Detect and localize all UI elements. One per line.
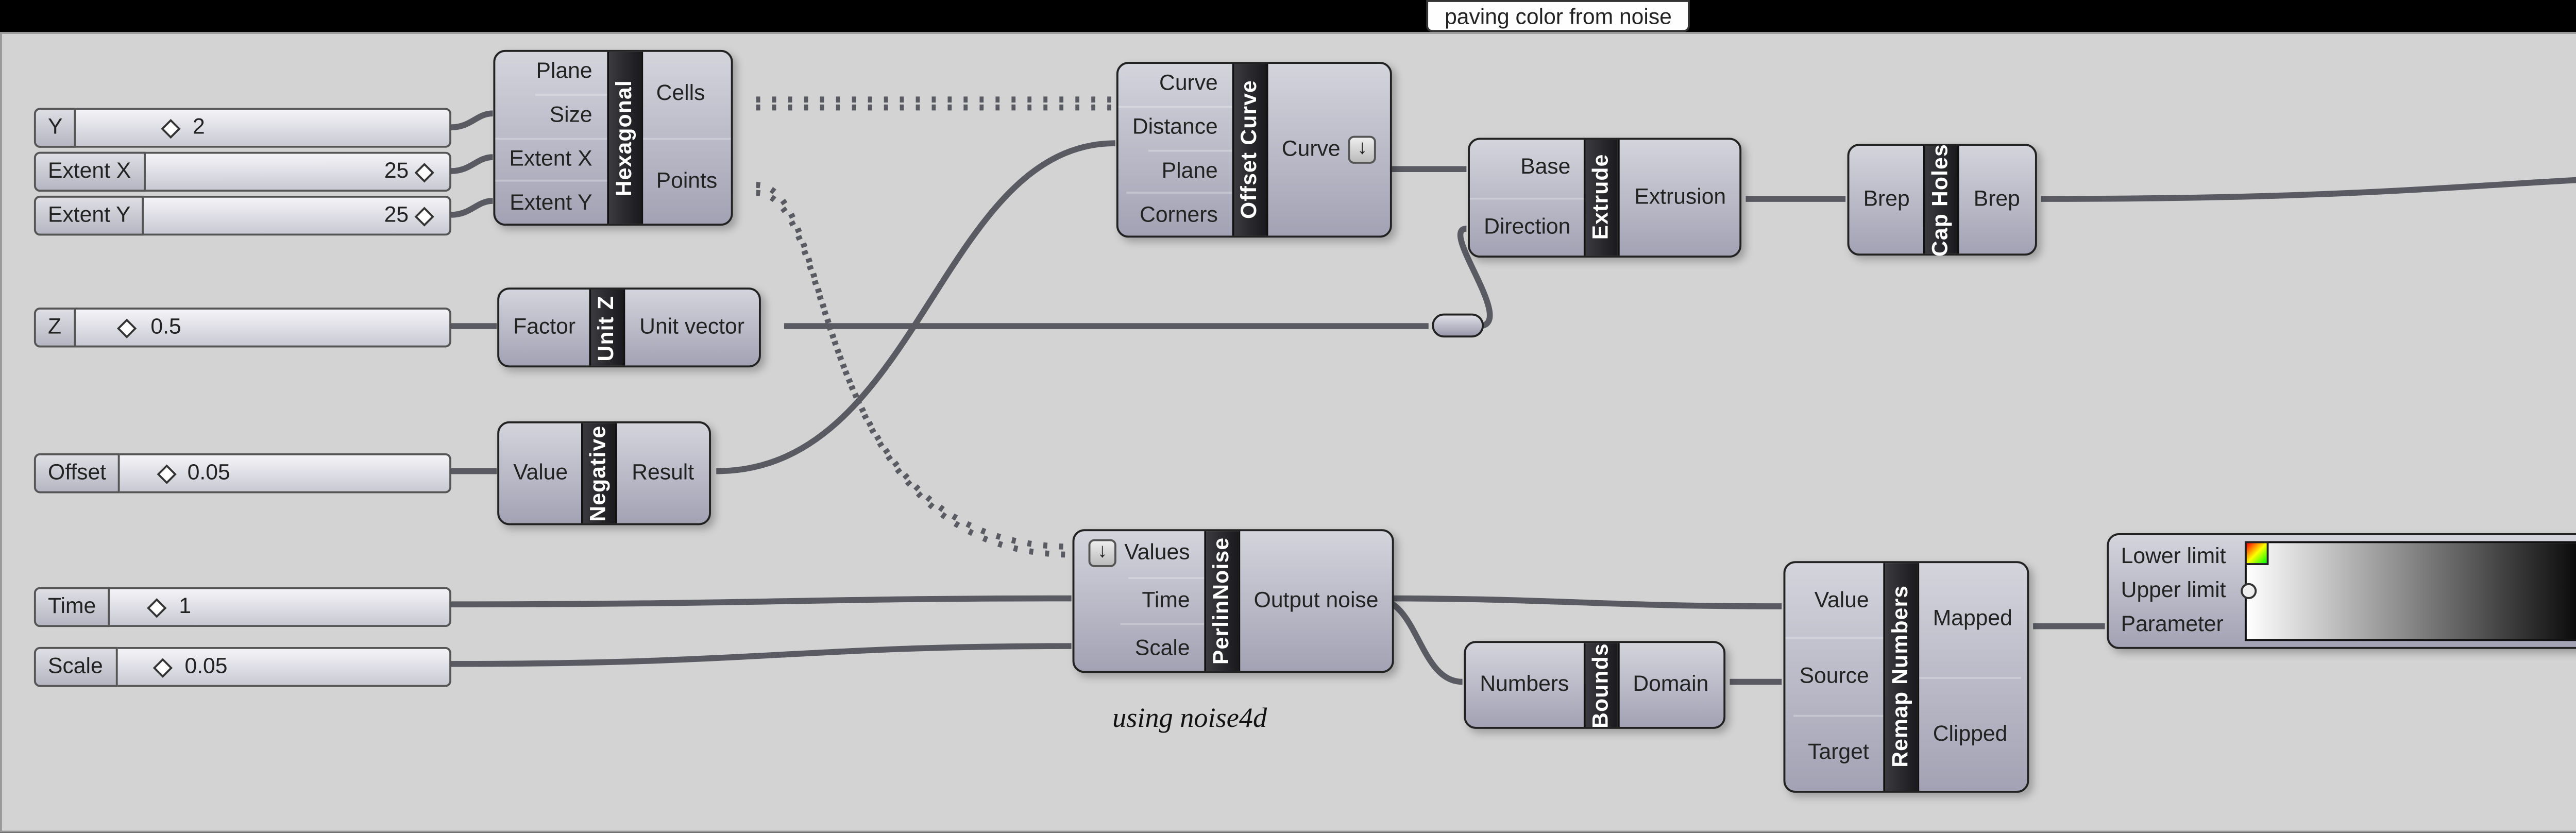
port-direction[interactable]: Direction (1470, 197, 1585, 256)
slider-handle[interactable] (160, 118, 179, 138)
slider-value: 25 (376, 198, 409, 234)
slider-value: 2 (184, 110, 205, 146)
component-gradient[interactable]: Lower limit Upper limit Parameter (2107, 533, 2576, 649)
component-name: Hexagonal (606, 52, 642, 224)
port-output-noise[interactable]: Output noise (1240, 531, 1393, 671)
slider-track[interactable]: 2 (77, 108, 451, 148)
component-hexagonal[interactable]: Plane Size Extent X Extent Y Hexagonal C… (493, 50, 733, 226)
port-corners[interactable]: Corners (1126, 192, 1232, 235)
component-name: Bounds (1583, 643, 1619, 727)
slider-track[interactable]: 0.05 (120, 453, 451, 494)
port-value[interactable]: Value (1801, 563, 1883, 638)
slider-value: 25 (376, 154, 409, 190)
slider-extent-y[interactable]: Extent Y 25 (34, 196, 451, 236)
slider-handle[interactable] (147, 597, 167, 617)
port-numbers[interactable]: Numbers (1466, 643, 1583, 727)
slider-offset[interactable]: Offset 0.05 (34, 453, 451, 494)
slider-z[interactable]: Z 0.5 (34, 308, 451, 348)
slider-label: Scale (34, 647, 117, 687)
port-source[interactable]: Source (1785, 638, 1883, 715)
port-result[interactable]: Result (618, 423, 708, 523)
slider-handle[interactable] (156, 464, 176, 483)
component-name: Unit Z (589, 290, 625, 365)
slider-handle[interactable] (154, 657, 173, 677)
slider-label: Extent X (34, 152, 145, 192)
port-unit-vector[interactable]: Unit vector (625, 290, 758, 365)
port-target[interactable]: Target (1794, 714, 1883, 791)
component-name: Offset Curve (1232, 64, 1268, 235)
port-brep-out[interactable]: Brep (1960, 146, 2034, 253)
slider-value: 0.5 (143, 310, 181, 346)
slider-value: 1 (171, 589, 191, 625)
port-extrusion[interactable]: Extrusion (1620, 140, 1740, 256)
gradient-editor[interactable] (2244, 541, 2576, 641)
component-name: Remap Numbers (1883, 563, 1919, 791)
port-value[interactable]: Value (499, 423, 582, 523)
slider-handle[interactable] (415, 206, 435, 225)
slider-label: Y (34, 108, 77, 148)
slider-track[interactable]: 0.05 (117, 647, 451, 687)
wire-relay[interactable] (1432, 314, 1484, 338)
component-negative[interactable]: Value Negative Result (497, 421, 710, 525)
gradient-stop[interactable] (2240, 583, 2256, 599)
component-name: PerlinNoise (1204, 531, 1240, 671)
slider-label: Extent Y (34, 196, 145, 236)
slider-scale[interactable]: Scale 0.05 (34, 647, 451, 687)
component-offset-curve[interactable]: Curve Distance Plane Corners Offset Curv… (1116, 62, 1392, 237)
slider-label: Offset (34, 453, 120, 494)
slider-value: 0.05 (177, 649, 228, 685)
port-plane[interactable]: Plane (1148, 149, 1232, 192)
slider-track[interactable]: 1 (110, 587, 451, 627)
port-base[interactable]: Base (1506, 140, 1584, 196)
port-scale[interactable]: Scale (1121, 624, 1204, 671)
port-curve-out[interactable]: Curve ↓ (1268, 64, 1391, 235)
port-distance[interactable]: Distance (1118, 105, 1232, 148)
slider-handle[interactable] (118, 318, 138, 337)
canvas-title: paving color from noise (1427, 0, 1690, 32)
port-values[interactable]: ↓ Values (1074, 531, 1204, 576)
grasshopper-canvas[interactable]: Y 2 Extent X 25 Extent Y 25 Z 0.5 (0, 32, 2576, 833)
port-curve[interactable]: Curve (1145, 64, 1232, 105)
port-brep-in[interactable]: Brep (1849, 146, 1923, 253)
port-factor[interactable]: Factor (499, 290, 589, 365)
slider-label: Z (34, 308, 75, 348)
slider-handle[interactable] (415, 162, 435, 181)
component-remap-numbers[interactable]: Value Source Target Remap Numbers Mapped… (1784, 561, 2028, 793)
port-time[interactable]: Time (1128, 576, 1204, 624)
slider-y[interactable]: Y 2 (34, 108, 451, 148)
port-extentx[interactable]: Extent X (495, 137, 606, 180)
slider-value: 0.05 (179, 455, 230, 491)
port-points[interactable]: Points (642, 137, 732, 224)
component-name: Extrude (1584, 140, 1620, 256)
port-plane[interactable]: Plane (522, 52, 606, 93)
component-extrude[interactable]: Base Direction Extrude Extrusion (1468, 138, 1742, 258)
top-bar (0, 0, 2576, 32)
port-lower-limit[interactable]: Lower limit (2121, 545, 2226, 569)
slider-track[interactable]: 0.5 (75, 308, 451, 348)
annotation-text: using noise4d (1112, 705, 1267, 737)
port-size[interactable]: Size (536, 93, 606, 137)
port-mapped[interactable]: Mapped (1919, 563, 2026, 676)
component-cap-holes[interactable]: Brep Cap Holes Brep (1848, 144, 2036, 256)
slider-time[interactable]: Time 1 (34, 587, 451, 627)
flatten-icon[interactable]: ↓ (1089, 540, 1116, 568)
slider-label: Time (34, 587, 110, 627)
port-cells[interactable]: Cells (642, 52, 719, 137)
port-parameter[interactable]: Parameter (2121, 614, 2226, 638)
port-upper-limit[interactable]: Upper limit (2121, 579, 2226, 603)
port-clipped[interactable]: Clipped (1919, 676, 2022, 791)
component-name: Cap Holes (1924, 146, 1960, 253)
slider-track[interactable]: 25 (145, 152, 451, 192)
slider-track[interactable]: 25 (145, 196, 451, 236)
port-extenty[interactable]: Extent Y (496, 180, 606, 224)
slider-extent-x[interactable]: Extent X 25 (34, 152, 451, 192)
component-unit-z[interactable]: Factor Unit Z Unit vector (497, 287, 760, 367)
component-bounds[interactable]: Numbers Bounds Domain (1464, 641, 1724, 729)
component-perlin-noise[interactable]: ↓ Values Time Scale PerlinNoise Output n… (1073, 529, 1395, 673)
flatten-icon[interactable]: ↓ (1348, 136, 1376, 164)
port-domain[interactable]: Domain (1619, 643, 1722, 727)
component-name: Negative (582, 423, 618, 523)
